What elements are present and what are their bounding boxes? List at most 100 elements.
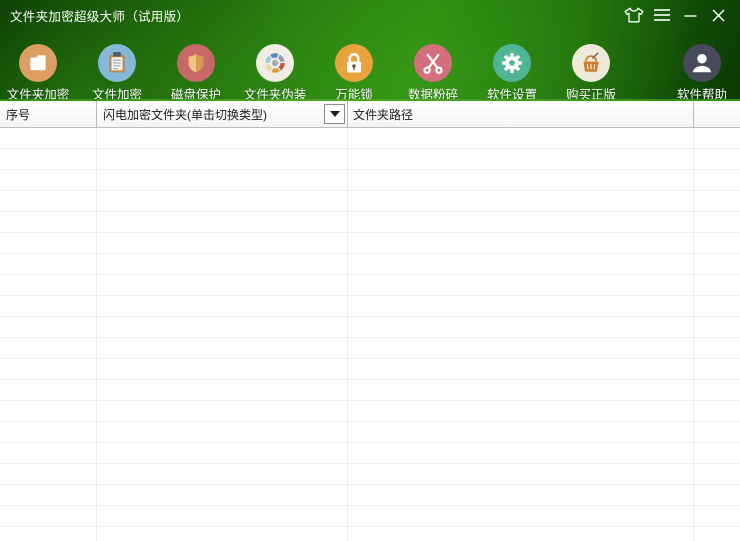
toolbar-button-settings[interactable]: 软件设置: [478, 30, 546, 103]
table-cell: [0, 212, 97, 233]
table-cell: [348, 212, 694, 233]
gear-icon: [493, 44, 531, 82]
table-cell: [694, 506, 740, 527]
toolbar-button-buy[interactable]: 购买正版: [557, 30, 625, 103]
table-cell: [0, 170, 97, 191]
toolbar-button-disk-protect[interactable]: 磁盘保护: [162, 30, 230, 103]
table-row[interactable]: [0, 380, 740, 401]
table-row[interactable]: [0, 296, 740, 317]
table-cell: [0, 422, 97, 443]
table-row[interactable]: [0, 191, 740, 212]
table-cell: [694, 422, 740, 443]
table-cell: [348, 233, 694, 254]
table-row[interactable]: [0, 485, 740, 506]
table-cell: [694, 275, 740, 296]
table-cell: [694, 464, 740, 485]
table-cell: [694, 338, 740, 359]
table-row[interactable]: [0, 254, 740, 275]
table-row[interactable]: [0, 527, 740, 541]
table-row[interactable]: [0, 275, 740, 296]
column-header-folder-path[interactable]: 文件夹路径: [348, 101, 694, 127]
close-icon: [712, 9, 725, 22]
table-cell: [97, 317, 348, 338]
table-cell: [348, 296, 694, 317]
table-row[interactable]: [0, 317, 740, 338]
table-row[interactable]: [0, 422, 740, 443]
minimize-icon: [684, 9, 697, 22]
toolbar-button-folder-disguise[interactable]: 文件夹伪装: [241, 30, 309, 103]
table-cell: [348, 443, 694, 464]
table-cell: [97, 254, 348, 275]
toolbar-button-help[interactable]: 软件帮助: [668, 30, 736, 103]
table-row[interactable]: [0, 359, 740, 380]
green-chrome-background: 文件夹加密超级大师（试用版）: [0, 0, 740, 101]
table-row[interactable]: [0, 170, 740, 191]
table-cell: [0, 191, 97, 212]
table-cell: [0, 443, 97, 464]
table-cell: [694, 380, 740, 401]
table-cell: [694, 212, 740, 233]
table-cell: [97, 191, 348, 212]
table-cell: [97, 170, 348, 191]
table-cell: [0, 317, 97, 338]
color-wheel-icon: [256, 44, 294, 82]
titlebar[interactable]: 文件夹加密超级大师（试用版）: [0, 0, 740, 30]
window-controls: [620, 2, 740, 28]
table-cell: [0, 506, 97, 527]
table-cell: [694, 170, 740, 191]
table-cell: [0, 338, 97, 359]
column-header-index[interactable]: 序号: [0, 101, 97, 127]
table-cell: [0, 359, 97, 380]
table-cell: [348, 317, 694, 338]
skin-button[interactable]: [620, 2, 648, 28]
table-row[interactable]: [0, 212, 740, 233]
table-cell: [694, 296, 740, 317]
dropdown-arrow-icon: [330, 111, 340, 117]
menu-button[interactable]: [648, 2, 676, 28]
table-cell: [97, 527, 348, 541]
toolbar-button-folder-encrypt[interactable]: 文件夹加密: [4, 30, 72, 103]
person-icon: [683, 44, 721, 82]
table-body[interactable]: [0, 128, 740, 541]
minimize-button[interactable]: [676, 2, 704, 28]
column-header-encrypt-type[interactable]: 闪电加密文件夹(单击切换类型): [97, 101, 348, 127]
table-cell: [0, 254, 97, 275]
table-cell: [97, 233, 348, 254]
table-cell: [97, 212, 348, 233]
table-row[interactable]: [0, 443, 740, 464]
table-row[interactable]: [0, 233, 740, 254]
table-cell: [97, 401, 348, 422]
shield-icon: [177, 44, 215, 82]
table-row[interactable]: [0, 149, 740, 170]
app-window: 文件夹加密超级大师（试用版）: [0, 0, 740, 541]
table-row[interactable]: [0, 401, 740, 422]
table-cell: [97, 464, 348, 485]
table-cell: [694, 317, 740, 338]
table-cell: [0, 149, 97, 170]
table-cell: [348, 128, 694, 149]
toolbar-button-universal-lock[interactable]: 万能锁: [320, 30, 388, 103]
table-cell: [97, 338, 348, 359]
table-row[interactable]: [0, 338, 740, 359]
close-button[interactable]: [704, 2, 732, 28]
table-cell: [97, 380, 348, 401]
table-cell: [694, 233, 740, 254]
table-row[interactable]: [0, 506, 740, 527]
hamburger-menu-icon: [653, 8, 671, 22]
table-cell: [0, 275, 97, 296]
table-cell: [348, 380, 694, 401]
table-row[interactable]: [0, 464, 740, 485]
table-cell: [348, 506, 694, 527]
table-cell: [348, 191, 694, 212]
table-cell: [0, 401, 97, 422]
table-cell: [348, 527, 694, 541]
scissors-icon: [414, 44, 452, 82]
toolbar-button-data-shred[interactable]: 数据粉碎: [399, 30, 467, 103]
column-header-label: 闪电加密文件夹(单击切换类型): [103, 106, 267, 123]
table-row[interactable]: [0, 128, 740, 149]
toolbar-button-file-encrypt[interactable]: 文件加密: [83, 30, 151, 103]
table-cell: [97, 422, 348, 443]
type-dropdown-button[interactable]: [324, 104, 345, 124]
shopping-basket-icon: [572, 44, 610, 82]
table-cell: [348, 485, 694, 506]
